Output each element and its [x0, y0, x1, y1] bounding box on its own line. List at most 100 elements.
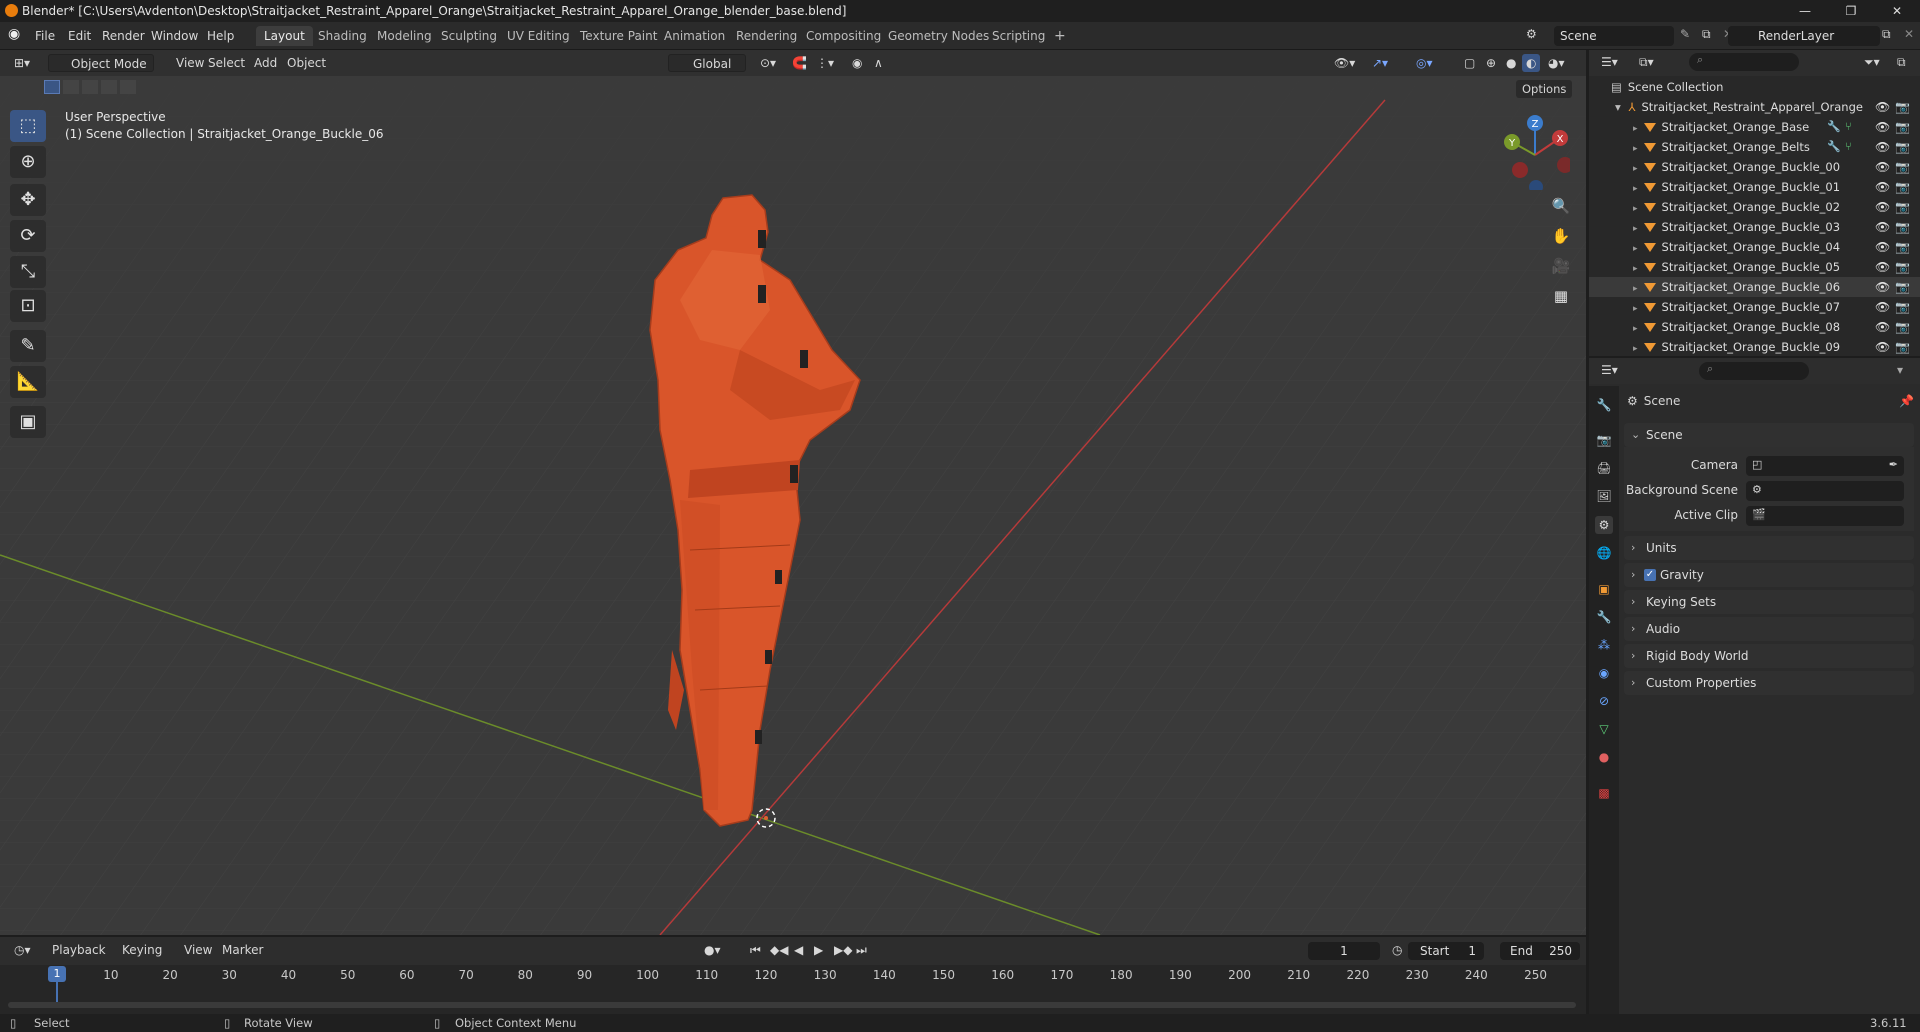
texture-tab-icon[interactable]: ▩ — [1595, 784, 1613, 802]
transform-tool-icon[interactable]: ⊡ — [10, 290, 46, 322]
collapse-arrow-icon[interactable]: ▾ — [1615, 100, 1621, 114]
outliner-scene-collection[interactable]: ▤ Scene Collection — [1589, 77, 1920, 97]
viewport-menu-select[interactable]: Select — [204, 54, 249, 72]
outliner-object-row[interactable]: ▸ Straitjacket_Orange_Buckle_00 👁 📷 — [1589, 157, 1920, 177]
tab-sculpting[interactable]: Sculpting — [433, 26, 505, 46]
preview-range-icon[interactable]: ◷ — [1388, 941, 1406, 959]
tab-animation[interactable]: Animation — [656, 26, 733, 46]
measure-tool-icon[interactable]: 📐 — [10, 366, 46, 398]
gravity-panel[interactable]: › ✓ Gravity — [1624, 563, 1914, 587]
custom-properties-panel[interactable]: › Custom Properties — [1624, 671, 1914, 695]
select-mode-icons[interactable] — [44, 80, 136, 94]
pin-icon[interactable]: ✎ — [1680, 27, 1690, 41]
3d-viewport[interactable]: User Perspective (1) Scene Collection | … — [0, 50, 1586, 935]
units-panel[interactable]: › Units — [1624, 536, 1914, 560]
pan-hand-icon[interactable]: ✋ — [1547, 222, 1575, 250]
modifier-tab-icon[interactable]: 🔧 — [1595, 608, 1613, 626]
eye-icon[interactable]: 👁 — [1875, 157, 1890, 177]
eye-icon[interactable]: 👁 — [1875, 337, 1890, 357]
tab-rendering[interactable]: Rendering — [728, 26, 805, 46]
camera-view-icon[interactable]: 🎥 — [1547, 252, 1575, 280]
rotate-tool-icon[interactable]: ⟳ — [10, 220, 46, 252]
menu-window[interactable]: Window — [151, 29, 198, 43]
properties-options-icon[interactable]: ▾ — [1897, 363, 1903, 377]
timeline-menu-playback[interactable]: Playback — [48, 941, 110, 959]
play-icon[interactable]: ▶ — [810, 941, 827, 959]
viewport-menu-object[interactable]: Object — [283, 54, 330, 72]
render-tab-icon[interactable]: 📷 — [1595, 431, 1613, 449]
expand-arrow-icon[interactable]: ▸ — [1633, 284, 1638, 294]
expand-arrow-icon[interactable]: ▸ — [1633, 204, 1638, 214]
outliner-search-input[interactable]: ⌕ — [1689, 53, 1799, 71]
wireframe-shading-icon[interactable]: ⊕ — [1482, 54, 1500, 72]
jump-end-icon[interactable]: ⏭ — [852, 941, 871, 959]
constraints-tab-icon[interactable]: ⊘ — [1595, 692, 1613, 710]
falloff-icon[interactable]: ∧ — [870, 54, 887, 72]
render-camera-icon[interactable]: 📷 — [1895, 177, 1910, 197]
perspective-toggle-icon[interactable]: ▦ — [1547, 282, 1575, 310]
render-camera-icon[interactable]: 📷 — [1895, 97, 1910, 117]
outliner-object-row[interactable]: ▸ Straitjacket_Orange_Buckle_08 👁 📷 — [1589, 317, 1920, 337]
keying-sets-panel[interactable]: › Keying Sets — [1624, 590, 1914, 614]
tab-geometry-nodes[interactable]: Geometry Nodes — [880, 26, 997, 46]
timeline-menu-view[interactable]: View — [180, 941, 216, 959]
render-camera-icon[interactable]: 📷 — [1895, 217, 1910, 237]
expand-arrow-icon[interactable]: ▸ — [1633, 244, 1638, 254]
timeline-scrollbar[interactable] — [8, 1002, 1576, 1008]
rendered-shading-icon[interactable]: ◕▾ — [1544, 54, 1569, 72]
expand-arrow-icon[interactable]: ▸ — [1633, 124, 1638, 134]
view-layer-tab-icon[interactable]: 🖼 — [1595, 487, 1613, 505]
expand-arrow-icon[interactable]: ▸ — [1633, 164, 1638, 174]
playhead-frame[interactable]: 1 — [48, 966, 66, 982]
editor-type-icon[interactable]: ⊞▾ — [10, 54, 34, 72]
mode-selector[interactable]: Object Mode — [48, 54, 154, 72]
renderlayer-selector[interactable]: RenderLayer — [1728, 26, 1880, 46]
outliner-object-row[interactable]: ▸ Straitjacket_Orange_Buckle_02 👁 📷 — [1589, 197, 1920, 217]
outliner-object-row[interactable]: ▸ Straitjacket_Orange_Buckle_05 👁 📷 — [1589, 257, 1920, 277]
data-tab-icon[interactable]: ▽ — [1595, 720, 1613, 738]
tab-scripting[interactable]: Scripting — [984, 26, 1053, 46]
start-frame-field[interactable]: Start 1 — [1408, 942, 1484, 960]
tab-shading[interactable]: Shading — [310, 26, 375, 46]
timeline-menu-marker[interactable]: Marker — [218, 941, 267, 959]
eye-icon[interactable]: 👁 — [1875, 217, 1890, 237]
world-tab-icon[interactable]: 🌐 — [1595, 544, 1613, 562]
autokey-record-icon[interactable]: ●▾ — [700, 941, 725, 959]
eye-icon[interactable]: 👁 — [1875, 317, 1890, 337]
outliner-object-row[interactable]: ▸ Straitjacket_Orange_Buckle_04 👁 📷 — [1589, 237, 1920, 257]
particles-tab-icon[interactable]: ⁂ — [1595, 636, 1613, 654]
expand-arrow-icon[interactable]: ▸ — [1633, 144, 1638, 154]
new-scene-icon[interactable]: ⧉ — [1702, 27, 1711, 42]
outliner-object-row[interactable]: ▸ Straitjacket_Orange_Base 🔧 ⑂ 👁 📷 — [1589, 117, 1920, 137]
xray-icon[interactable]: ▢ — [1460, 54, 1479, 72]
active-clip-field[interactable]: 🎬 — [1746, 506, 1904, 526]
outliner-collection-row[interactable]: ▾ ⅄ Straitjacket_Restraint_Apparel_Orange… — [1589, 97, 1920, 117]
tab-uv-editing[interactable]: UV Editing — [499, 26, 578, 46]
filter-icon[interactable]: ⏷▾ — [1864, 55, 1880, 70]
navigation-gizmo[interactable]: Z X Y — [1490, 110, 1570, 190]
move-tool-icon[interactable]: ✥ — [10, 184, 46, 216]
cursor-tool-icon[interactable]: ⊕ — [10, 146, 46, 178]
menu-file[interactable]: File — [35, 29, 55, 43]
viewport-menu-add[interactable]: Add — [250, 54, 281, 72]
render-camera-icon[interactable]: 📷 — [1895, 257, 1910, 277]
overlay-toggle-icon[interactable]: ◎▾ — [1412, 54, 1437, 72]
gizmo-toggle-icon[interactable]: ↗▾ — [1368, 54, 1392, 72]
menu-help[interactable]: Help — [207, 29, 234, 43]
viewport-menu-view[interactable]: View — [172, 54, 208, 72]
expand-arrow-icon[interactable]: ▸ — [1633, 324, 1638, 334]
object-tab-icon[interactable]: ▣ — [1595, 580, 1613, 598]
outliner-object-row[interactable]: ▸ Straitjacket_Orange_Belts 🔧 ⑂ 👁 📷 — [1589, 137, 1920, 157]
timeline-menu-keying[interactable]: Keying — [118, 941, 166, 959]
select-extend-icon[interactable] — [63, 80, 79, 94]
eyedropper-icon[interactable]: ✒ — [1889, 458, 1898, 471]
minimize-button[interactable]: — — [1782, 0, 1828, 22]
display-mode-icon[interactable]: ⧉▾ — [1639, 55, 1654, 70]
outliner-object-row[interactable]: ▸ Straitjacket_Orange_Buckle_01 👁 📷 — [1589, 177, 1920, 197]
pivot-icon[interactable]: ⊙▾ — [756, 54, 780, 72]
select-invert-icon[interactable] — [101, 80, 117, 94]
render-camera-icon[interactable]: 📷 — [1895, 337, 1910, 357]
render-camera-icon[interactable]: 📷 — [1895, 297, 1910, 317]
tab-compositing[interactable]: Compositing — [798, 26, 889, 46]
eye-icon[interactable]: 👁 — [1875, 137, 1890, 157]
